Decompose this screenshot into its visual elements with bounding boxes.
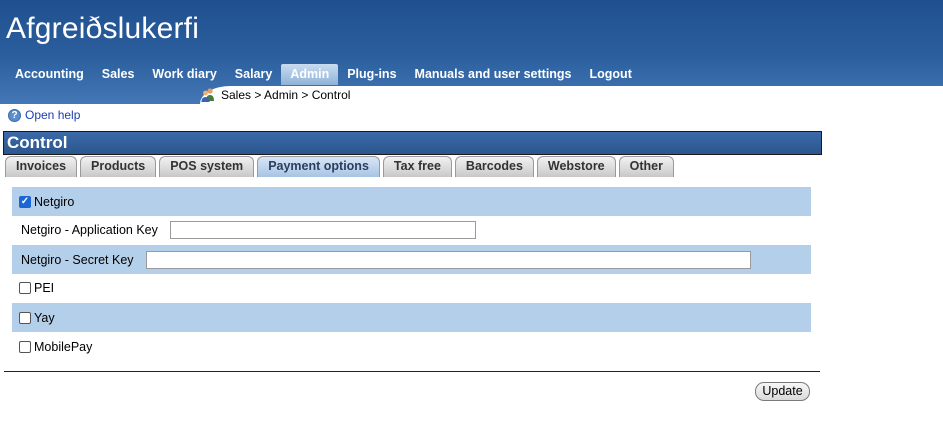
nav-item-logout[interactable]: Logout <box>581 64 641 85</box>
netgiro-label: Netgiro <box>34 194 75 209</box>
nav-item-work-diary[interactable]: Work diary <box>143 64 225 85</box>
users-icon <box>201 88 214 102</box>
tab-invoices[interactable]: Invoices <box>5 156 78 177</box>
yay-row: Yay <box>12 303 811 332</box>
netgiro-row: ✓ Netgiro <box>12 187 811 216</box>
update-button[interactable]: Update <box>755 382 810 401</box>
tab-products[interactable]: Products <box>80 156 157 177</box>
help-icon: ? <box>8 108 21 122</box>
netgiro-app-key-input[interactable] <box>169 220 476 239</box>
open-help-link[interactable]: ? Open help <box>8 108 80 122</box>
form-divider <box>4 371 820 372</box>
mobilepay-row: MobilePay <box>12 332 811 361</box>
mobilepay-checkbox[interactable] <box>19 340 31 353</box>
tab-other[interactable]: Other <box>618 156 674 177</box>
nav-item-manuals[interactable]: Manuals and user settings <box>406 64 581 85</box>
netgiro-checkbox[interactable]: ✓ <box>19 195 31 208</box>
pei-row: PEI <box>12 273 811 302</box>
tab-pos-system[interactable]: POS system <box>159 156 255 177</box>
nav-item-accounting[interactable]: Accounting <box>0 64 93 85</box>
app-title: Afgreiðslukerfi <box>6 12 200 45</box>
pei-label: PEI <box>34 280 55 295</box>
netgiro-secret-key-row: Netgiro - Secret Key <box>12 245 811 274</box>
netgiro-app-key-label: Netgiro - Application Key <box>21 222 158 237</box>
tab-tax-free[interactable]: Tax free <box>382 156 452 177</box>
app-header: Afgreiðslukerfi Accounting Sales Work di… <box>0 0 943 104</box>
tab-barcodes[interactable]: Barcodes <box>454 156 534 177</box>
breadcrumb: Sales > Admin > Control <box>200 87 350 103</box>
mobilepay-label: MobilePay <box>34 339 93 354</box>
nav-item-sales[interactable]: Sales <box>93 64 144 85</box>
yay-checkbox[interactable] <box>19 311 31 324</box>
pei-checkbox[interactable] <box>19 281 31 294</box>
tab-webstore[interactable]: Webstore <box>536 156 616 177</box>
tab-bar: Invoices Products POS system Payment opt… <box>5 156 677 177</box>
netgiro-app-key-row: Netgiro - Application Key <box>12 215 811 244</box>
main-nav: Accounting Sales Work diary Salary Admin… <box>0 64 641 86</box>
nav-item-admin[interactable]: Admin <box>281 64 339 85</box>
nav-item-plug-ins[interactable]: Plug-ins <box>338 64 405 85</box>
netgiro-secret-key-input[interactable] <box>145 250 751 269</box>
tab-payment-options[interactable]: Payment options <box>257 156 380 177</box>
netgiro-secret-key-label: Netgiro - Secret Key <box>21 252 134 267</box>
panel-title: Control <box>3 131 822 155</box>
yay-label: Yay <box>34 310 55 325</box>
breadcrumb-text: Sales > Admin > Control <box>221 88 351 102</box>
open-help-label: Open help <box>25 108 81 122</box>
nav-item-salary[interactable]: Salary <box>226 64 282 85</box>
